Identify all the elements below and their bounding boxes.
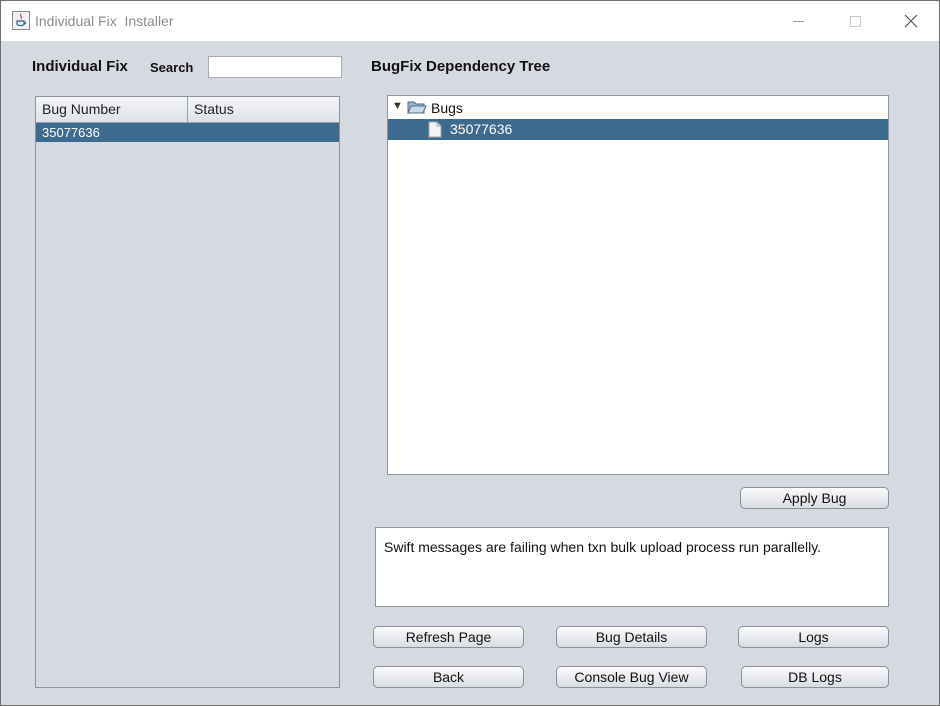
status-cell	[188, 123, 345, 142]
back-button[interactable]: Back	[373, 666, 524, 688]
search-label: Search	[150, 60, 194, 75]
close-button[interactable]	[888, 5, 934, 37]
logs-button[interactable]: Logs	[738, 626, 889, 648]
bug-number-cell: 35077636	[42, 125, 100, 140]
table-header: Bug Number Status	[36, 97, 339, 123]
individual-fix-heading: Individual Fix	[32, 58, 128, 75]
minimize-button[interactable]	[776, 5, 822, 37]
expand-arrow-icon[interactable]: ▼	[392, 100, 403, 112]
column-header-status[interactable]: Status	[188, 97, 339, 122]
dependency-tree-heading: BugFix Dependency Tree	[371, 58, 551, 75]
console-bug-view-button[interactable]: Console Bug View	[556, 666, 707, 688]
title-bar: Individual Fix Installer	[1, 1, 939, 41]
tree-node-selected[interactable]: 35077636	[388, 119, 888, 140]
file-icon	[428, 121, 442, 143]
refresh-page-button[interactable]: Refresh Page	[373, 626, 524, 648]
apply-bug-button[interactable]: Apply Bug	[740, 487, 889, 509]
bug-description-panel: Swift messages are failing when txn bulk…	[375, 527, 889, 607]
db-logs-button[interactable]: DB Logs	[741, 666, 889, 688]
java-app-icon	[12, 11, 30, 30]
dependency-tree: ▼ Bugs 35077636	[387, 95, 889, 475]
window-title: Individual Fix Installer	[35, 13, 174, 29]
table-row[interactable]: 35077636	[36, 123, 339, 142]
bug-table: Bug Number Status 35077636	[35, 96, 340, 688]
bug-description-text: Swift messages are failing when txn bulk…	[384, 539, 822, 555]
column-header-bug-number[interactable]: Bug Number	[36, 97, 188, 122]
folder-open-icon	[407, 99, 427, 120]
installer-window: Individual Fix Installer Individual Fix …	[0, 0, 940, 706]
close-icon	[904, 14, 918, 28]
bug-details-button[interactable]: Bug Details	[556, 626, 707, 648]
maximize-button[interactable]	[832, 5, 878, 37]
tree-node-label: 35077636	[450, 121, 513, 137]
tree-node-bugs[interactable]: Bugs	[431, 100, 463, 116]
search-input[interactable]	[208, 56, 342, 78]
